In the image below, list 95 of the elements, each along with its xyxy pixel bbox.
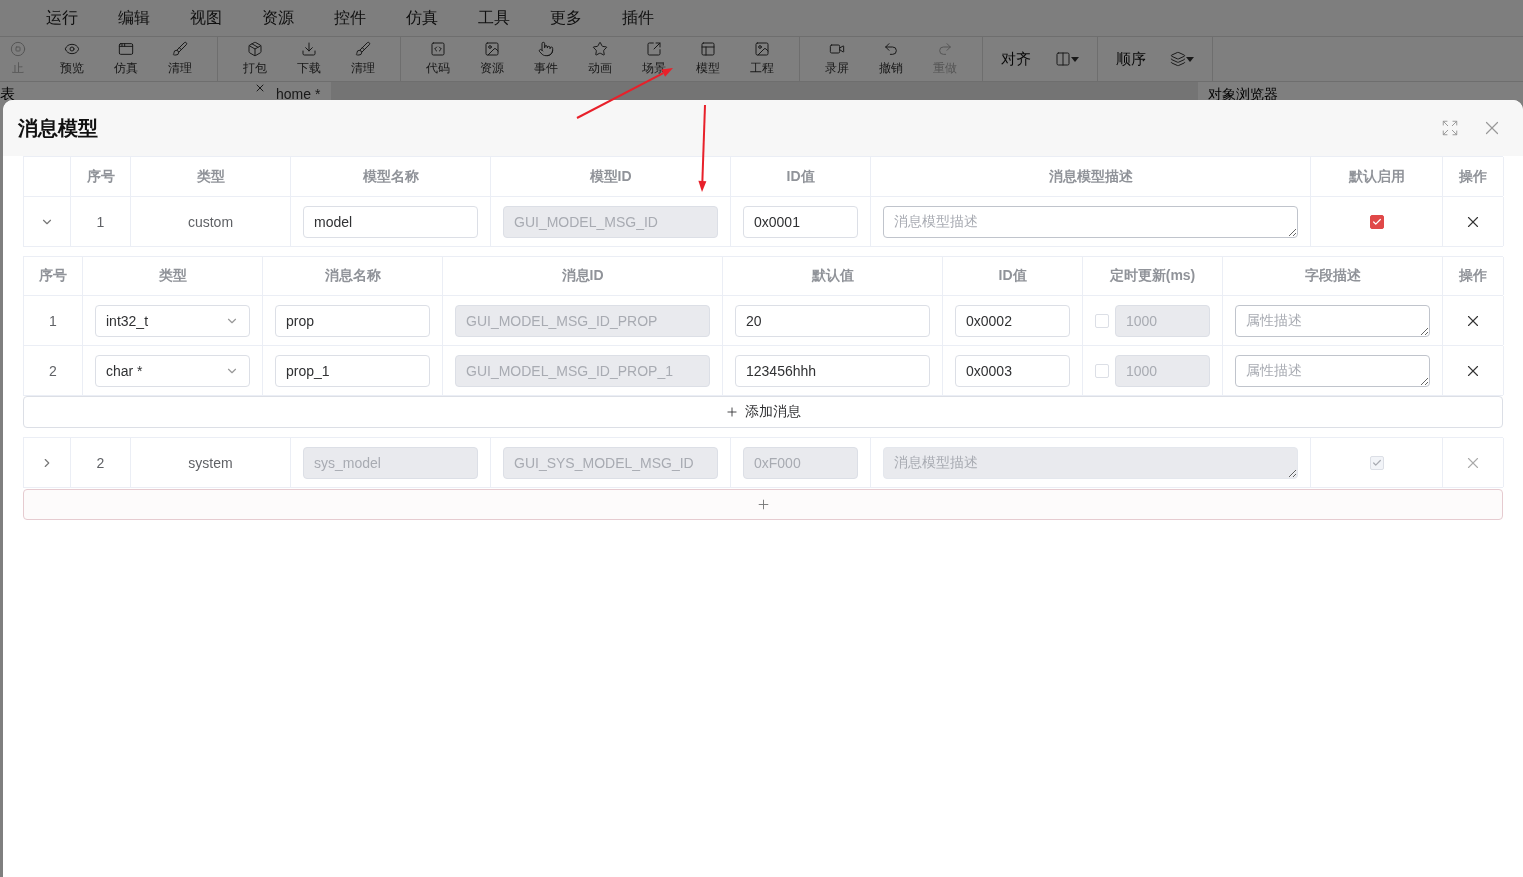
menu-item[interactable]: 插件	[602, 7, 674, 29]
message-name-field[interactable]: prop_1	[275, 354, 430, 387]
column-header: ID值	[943, 257, 1083, 295]
layout-icon	[700, 41, 716, 57]
description-field[interactable]: 消息模型描述	[883, 205, 1298, 238]
toolbar-button[interactable]: 预览	[45, 37, 99, 81]
toolbar-button[interactable]: 撤销	[864, 37, 918, 81]
table-cell: 2	[71, 438, 131, 487]
menu-item[interactable]: 更多	[530, 7, 602, 29]
menu-item[interactable]: 控件	[314, 7, 386, 29]
caret-icon	[1186, 56, 1194, 62]
column-header: 操作	[1443, 257, 1504, 295]
plus-icon	[725, 405, 739, 419]
dropdown-button[interactable]	[1055, 51, 1079, 67]
download-icon	[301, 41, 317, 57]
default-value-field[interactable]: 123456hhh	[735, 354, 930, 387]
panel-title: 对象浏览器	[1198, 82, 1523, 100]
video-icon	[829, 41, 845, 57]
hand-icon	[538, 41, 554, 57]
dialog-title: 消息模型	[18, 115, 98, 141]
field-description[interactable]: 属性描述	[1235, 304, 1430, 337]
menu-item[interactable]: 运行	[26, 7, 98, 29]
caret-icon	[1071, 56, 1079, 62]
toolbar-button[interactable]: 打包	[228, 37, 282, 81]
model-name-field[interactable]: model	[303, 205, 478, 238]
field-description[interactable]: 属性描述	[1235, 354, 1430, 387]
plus-icon	[755, 497, 771, 512]
column-header: 默认值	[723, 257, 943, 295]
toolbar-button[interactable]: 仿真	[99, 37, 153, 81]
table-cell: system	[131, 438, 291, 487]
share-icon	[646, 41, 662, 57]
image-icon	[484, 41, 500, 57]
column-header: 消息模型描述	[871, 157, 1311, 196]
close-icon[interactable]	[254, 82, 266, 94]
type-select[interactable]: char *	[95, 354, 250, 387]
column-header: 消息名称	[263, 257, 443, 295]
table-cell: 2	[24, 346, 83, 395]
panel-title: 表	[0, 82, 236, 100]
toolbar-button[interactable]: 清理	[336, 37, 390, 81]
toolbar-label: 对齐	[1001, 49, 1031, 69]
toolbar-label: 顺序	[1116, 49, 1146, 69]
eye-icon	[64, 41, 80, 57]
toolbar-button[interactable]: 资源	[465, 37, 519, 81]
menu-item[interactable]: 资源	[242, 7, 314, 29]
id-value-field[interactable]: 0x0001	[743, 205, 858, 238]
type-select[interactable]: int32_t	[95, 304, 250, 337]
toolbar-button[interactable]: 下载	[282, 37, 336, 81]
undo-icon	[883, 41, 899, 57]
table-cell: 1	[71, 197, 131, 246]
column-header: 模型名称	[291, 157, 491, 196]
brush-icon	[355, 41, 371, 57]
column-header: 操作	[1443, 157, 1504, 196]
column-header: 定时更新(ms)	[1083, 257, 1223, 295]
id-value-field[interactable]: 0x0003	[955, 354, 1070, 387]
column-header: 类型	[131, 157, 291, 196]
menu-item[interactable]: 视图	[170, 7, 242, 29]
column-header: 序号	[71, 157, 131, 196]
image-icon	[754, 41, 770, 57]
toolbar-button[interactable]: 工程	[735, 37, 789, 81]
brush-icon	[172, 41, 188, 57]
message-name-field[interactable]: prop	[275, 304, 430, 337]
check-icon	[1371, 457, 1382, 468]
toolbar-button[interactable]: 模型	[681, 37, 735, 81]
menu-item[interactable]: 编辑	[98, 7, 170, 29]
redo-icon	[937, 41, 953, 57]
add-message-button[interactable]: 添加消息	[23, 396, 1503, 428]
column-header: 字段描述	[1223, 257, 1443, 295]
code-icon	[430, 41, 446, 57]
check-icon	[1371, 216, 1382, 227]
checkbox[interactable]	[1369, 214, 1384, 229]
toolbar-button[interactable]: 事件	[519, 37, 573, 81]
menu-item[interactable]: 仿真	[386, 7, 458, 29]
table-cell: 1	[24, 296, 83, 345]
column-header: 消息ID	[443, 257, 723, 295]
star-icon	[592, 41, 608, 57]
editor-tab[interactable]: home *	[236, 82, 331, 100]
toolbar-button[interactable]: 代码	[411, 37, 465, 81]
column-header: 默认启用	[1311, 157, 1443, 196]
maximize-icon[interactable]	[1441, 119, 1459, 137]
column-header: ID值	[731, 157, 871, 196]
box-icon	[247, 41, 263, 57]
stop-icon	[10, 41, 26, 57]
menu-item[interactable]: 工具	[458, 7, 530, 29]
table-cell: custom	[131, 197, 291, 246]
window-icon	[118, 41, 134, 57]
toolbar-button[interactable]: 动画	[573, 37, 627, 81]
toolbar-button[interactable]: 清理	[153, 37, 207, 81]
column-header: 序号	[24, 257, 83, 295]
columns-icon	[1055, 51, 1071, 67]
layers-icon	[1170, 51, 1186, 67]
id-value-field[interactable]: 0x0002	[955, 304, 1070, 337]
column-header: 类型	[83, 257, 263, 295]
dropdown-button[interactable]	[1170, 51, 1194, 67]
toolbar-button[interactable]: 录屏	[810, 37, 864, 81]
default-value-field[interactable]: 20	[735, 304, 930, 337]
